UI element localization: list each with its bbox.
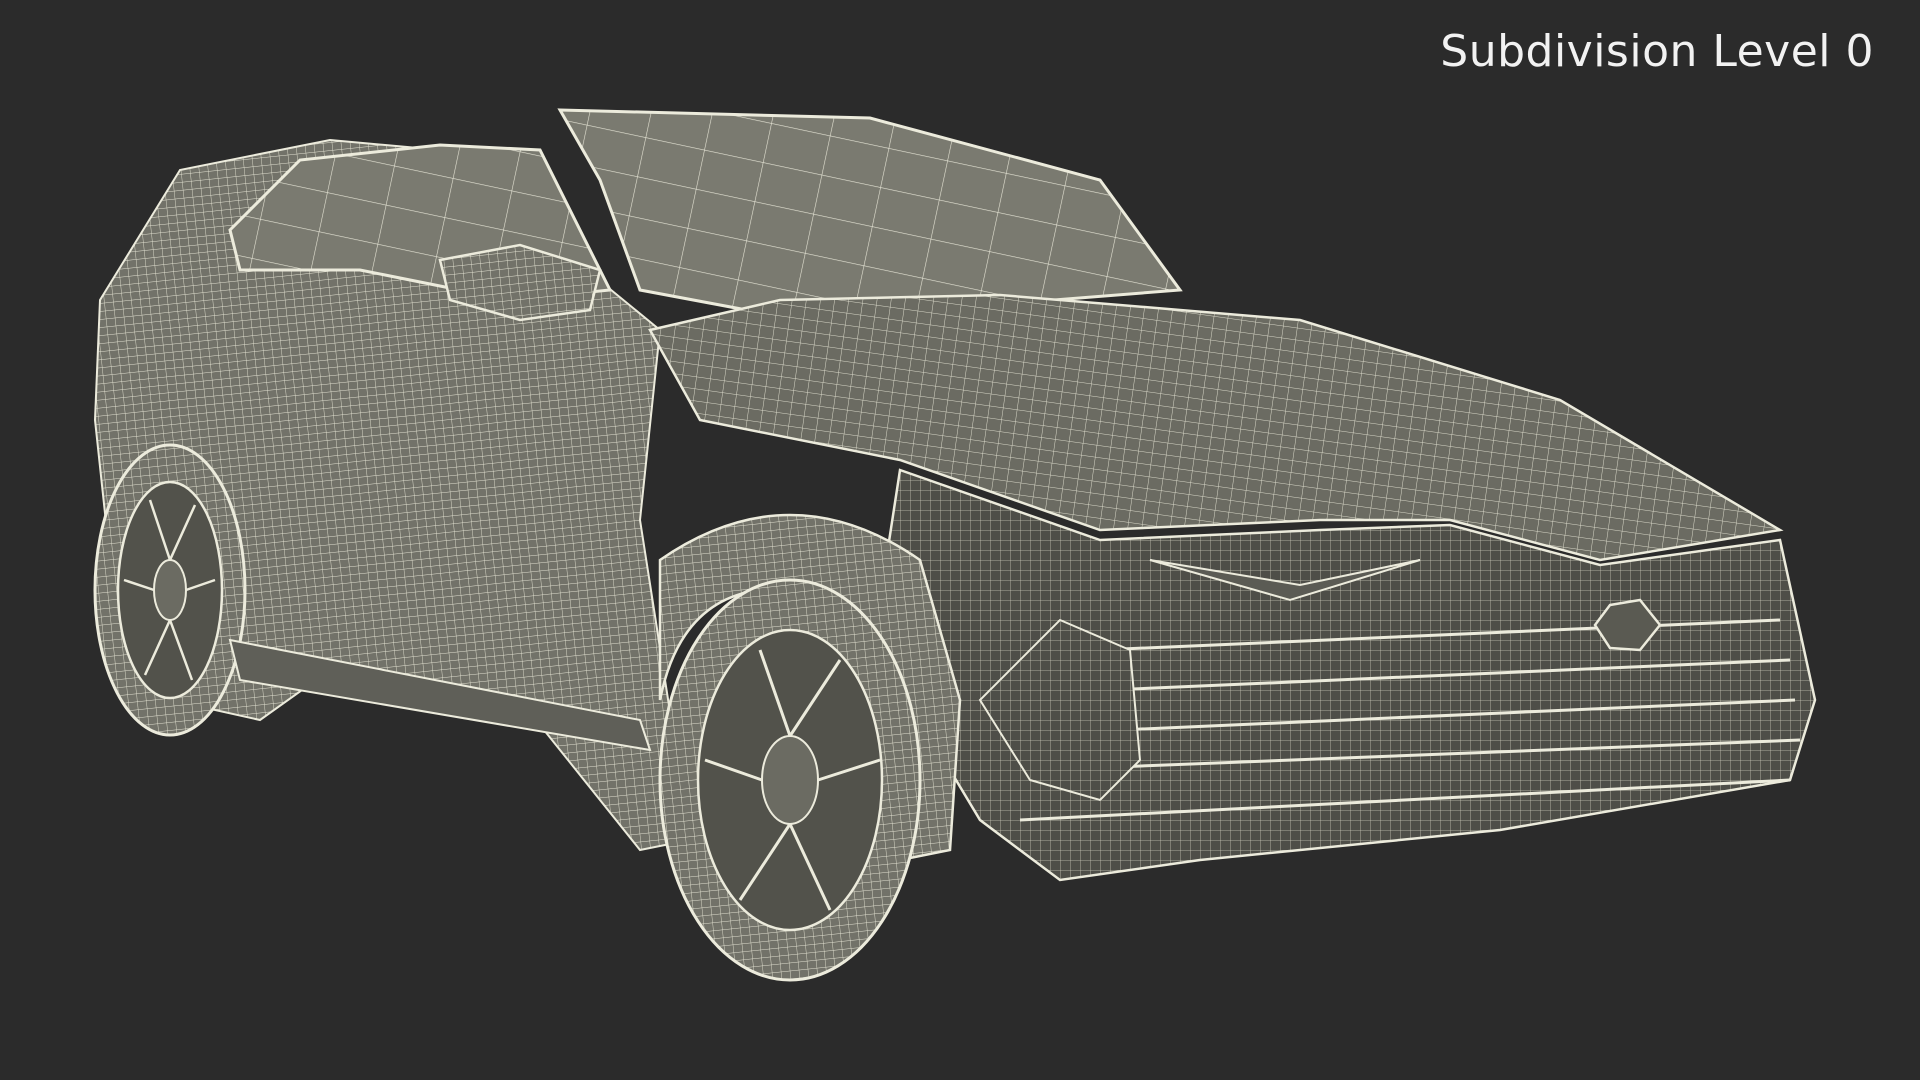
front-wheel [658,578,922,982]
windshield [557,108,1183,322]
render-viewport: Subdivision Level 0 [0,0,1920,1080]
car-wireframe-icon [93,108,1817,982]
rear-wheel [93,443,247,737]
subdivision-level-label: Subdivision Level 0 [1440,26,1874,77]
